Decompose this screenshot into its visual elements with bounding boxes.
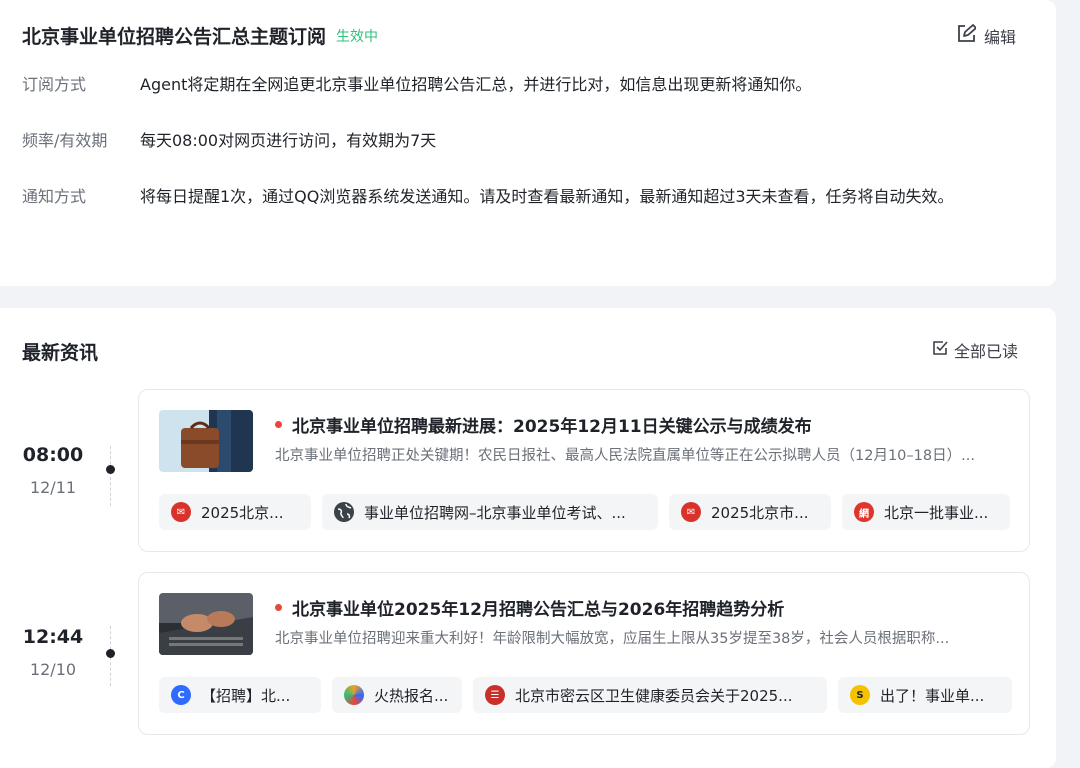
source-text: 事业单位招聘网–北京事业单位考试、... bbox=[364, 503, 626, 522]
source-text: 火热报名... bbox=[374, 686, 449, 705]
source-chip[interactable]: 事业单位招聘网–北京事业单位考试、... bbox=[322, 494, 658, 530]
subscription-card: 北京事业单位招聘公告汇总主题订阅 生效中 编辑 订阅方式 Agent将定期在全网… bbox=[0, 0, 1056, 286]
edit-label: 编辑 bbox=[983, 28, 1016, 47]
source-chip[interactable]: ☰ 北京市密云区卫生健康委员会关于2025... bbox=[473, 677, 827, 713]
globe-icon bbox=[334, 502, 354, 522]
source-text: 2025北京... bbox=[201, 503, 284, 522]
source-text: 【招聘】北... bbox=[201, 686, 291, 705]
source-chip[interactable]: S 出了！事业单... bbox=[838, 677, 1012, 713]
info-value: 将每日提醒1次，通过QQ浏览器系统发送通知。请及时查看最新通知，最新通知超过3天… bbox=[140, 187, 954, 206]
red-logo-icon: ✉ bbox=[171, 502, 191, 522]
news-title-text: 北京事业单位2025年12月招聘公告汇总与2026年招聘趋势分析 bbox=[292, 600, 785, 620]
c-logo-icon: C bbox=[171, 685, 191, 705]
s-logo-icon: S bbox=[850, 685, 870, 705]
source-chip[interactable]: ✉ 2025北京市... bbox=[669, 494, 831, 530]
info-label: 频率/有效期 bbox=[22, 131, 108, 150]
news-date: 12/11 bbox=[29, 478, 77, 497]
status-badge: 生效中 bbox=[336, 28, 379, 45]
news-item[interactable]: 北京事业单位招聘最新进展：2025年12月11日关键公示与成绩发布 北京事业单位… bbox=[138, 389, 1030, 552]
news-logo-icon: 網 bbox=[854, 502, 874, 522]
news-summary: 北京事业单位招聘正处关键期！农民日报社、最高人民法院直属单位等正在公示拟聘人员（… bbox=[275, 448, 975, 464]
source-text: 2025北京市... bbox=[711, 503, 809, 522]
news-item[interactable]: 北京事业单位2025年12月招聘公告汇总与2026年招聘趋势分析 北京事业单位招… bbox=[138, 572, 1030, 735]
mark-all-read-button[interactable]: 全部已读 bbox=[932, 338, 1018, 362]
source-chip[interactable]: 火热报名... bbox=[332, 677, 462, 713]
source-list: C 【招聘】北... 火热报名... ☰ 北京市密云区卫生健康委员会关于2025… bbox=[159, 677, 1012, 713]
edit-button[interactable]: 编辑 bbox=[956, 24, 1016, 48]
info-label: 订阅方式 bbox=[22, 75, 87, 94]
info-row-frequency: 频率/有效期 每天08:00对网页进行访问，有效期为7天 bbox=[22, 120, 1030, 162]
news-card: 最新资讯 全部已读 08:00 12/11 北京事业单位招聘最新进展：2025年… bbox=[0, 308, 1056, 768]
info-row-notification: 通知方式 将每日提醒1次，通过QQ浏览器系统发送通知。请及时查看最新通知，最新通… bbox=[22, 176, 1030, 218]
timeline-line bbox=[110, 446, 111, 506]
source-list: ✉ 2025北京... 事业单位招聘网–北京事业单位考试、... ✉ 2025北… bbox=[159, 494, 1010, 530]
unread-dot bbox=[275, 604, 282, 611]
timeline-dot bbox=[106, 465, 115, 474]
checkbox-icon bbox=[932, 340, 954, 360]
edit-icon bbox=[956, 24, 984, 48]
news-section-title: 最新资讯 bbox=[22, 342, 99, 364]
news-thumbnail bbox=[159, 410, 253, 472]
news-date: 12/10 bbox=[29, 660, 77, 679]
subscription-header: 北京事业单位招聘公告汇总主题订阅 生效中 bbox=[22, 22, 378, 49]
news-title: 北京事业单位2025年12月招聘公告汇总与2026年招聘趋势分析 bbox=[275, 595, 784, 620]
unread-dot bbox=[275, 421, 282, 428]
news-time: 08:00 bbox=[22, 444, 84, 466]
news-time: 12:44 bbox=[22, 626, 84, 648]
news-thumbnail bbox=[159, 593, 253, 655]
source-chip[interactable]: ✉ 2025北京... bbox=[159, 494, 311, 530]
timeline-dot bbox=[106, 649, 115, 658]
source-text: 北京一批事业... bbox=[884, 503, 989, 522]
source-text: 出了！事业单... bbox=[880, 686, 985, 705]
seal-logo-icon: ☰ bbox=[485, 685, 505, 705]
source-text: 北京市密云区卫生健康委员会关于2025... bbox=[515, 686, 793, 705]
news-title-text: 北京事业单位招聘最新进展：2025年12月11日关键公示与成绩发布 bbox=[292, 417, 812, 437]
news-summary: 北京事业单位招聘迎来重大利好！年龄限制大幅放宽，应届生上限从35岁提至38岁，社… bbox=[275, 631, 950, 647]
news-title: 北京事业单位招聘最新进展：2025年12月11日关键公示与成绩发布 bbox=[275, 412, 812, 437]
info-row-method: 订阅方式 Agent将定期在全网追更北京事业单位招聘公告汇总，并进行比对，如信息… bbox=[22, 64, 1030, 106]
source-chip[interactable]: C 【招聘】北... bbox=[159, 677, 321, 713]
source-chip[interactable]: 網 北京一批事业... bbox=[842, 494, 1010, 530]
info-value: 每天08:00对网页进行访问，有效期为7天 bbox=[140, 131, 437, 150]
subscription-title: 北京事业单位招聘公告汇总主题订阅 bbox=[22, 26, 327, 48]
info-value: Agent将定期在全网追更北京事业单位招聘公告汇总，并进行比对，如信息出现更新将… bbox=[140, 75, 812, 94]
red-logo-icon: ✉ bbox=[681, 502, 701, 522]
colorful-logo-icon bbox=[344, 685, 364, 705]
mark-all-read-label: 全部已读 bbox=[953, 342, 1018, 361]
info-label: 通知方式 bbox=[22, 187, 87, 206]
